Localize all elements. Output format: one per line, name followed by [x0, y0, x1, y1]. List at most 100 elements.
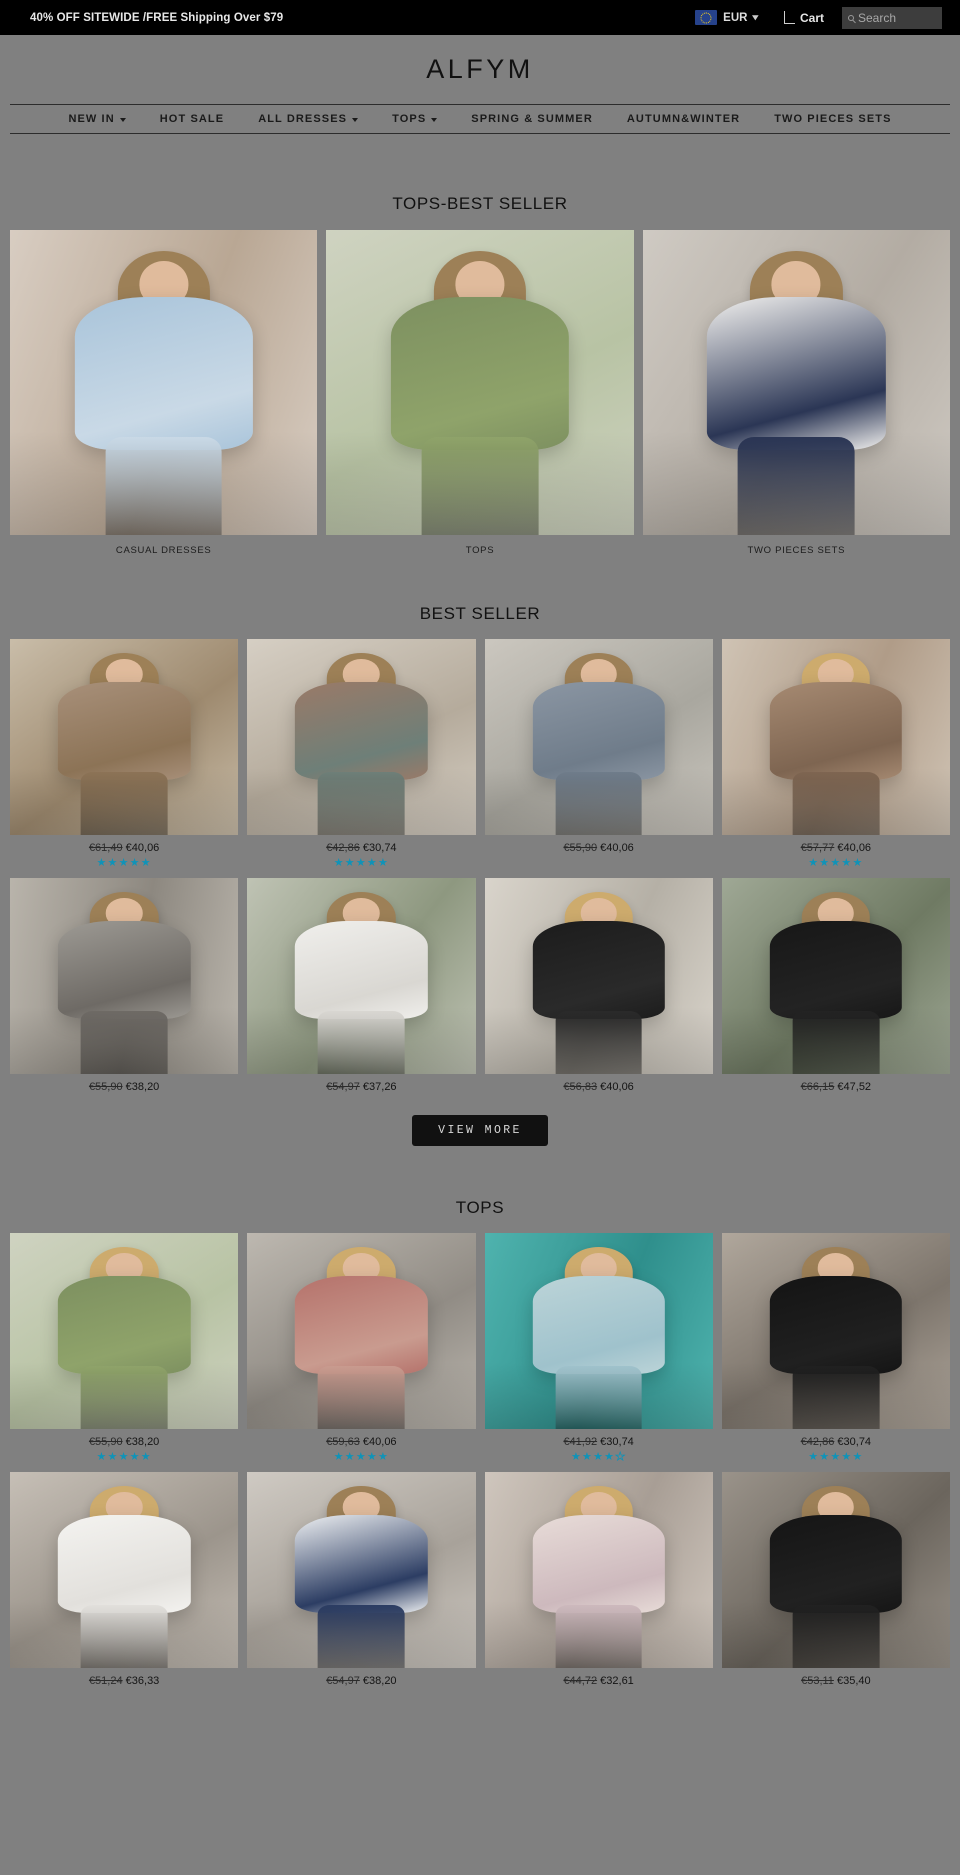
- product-card[interactable]: €56,83 €40,06: [484, 878, 713, 1093]
- product-price-original: €51,24: [88, 1675, 123, 1687]
- star-filled-icon: ★: [377, 857, 390, 869]
- product-image[interactable]: [247, 639, 476, 835]
- site-logo[interactable]: ALFYM: [426, 54, 534, 85]
- product-card[interactable]: €42,86 €30,74 ★★★★★: [721, 1233, 950, 1463]
- product-image[interactable]: [484, 639, 713, 835]
- product-photo: [721, 878, 950, 1074]
- product-card[interactable]: €66,15 €47,52: [721, 878, 950, 1093]
- product-price-sale: €36,33: [125, 1675, 160, 1687]
- nav-item-tops[interactable]: TOPS: [392, 113, 438, 125]
- product-price-original: €54,97: [326, 1081, 360, 1093]
- product-image[interactable]: [10, 639, 239, 835]
- product-card[interactable]: €51,24 €36,33: [10, 1472, 239, 1687]
- product-price-sale: €47,52: [837, 1081, 872, 1093]
- product-image[interactable]: [10, 1472, 239, 1668]
- product-rating-stars: ★★★★★: [722, 858, 950, 869]
- star-filled-icon: ★: [107, 857, 119, 869]
- product-photo: [484, 878, 713, 1074]
- search-input[interactable]: [858, 10, 936, 25]
- star-filled-icon: ★: [366, 857, 378, 869]
- product-rating-stars: ★★★★★: [247, 1452, 475, 1463]
- category-label[interactable]: TOPS: [326, 535, 633, 556]
- product-card[interactable]: €55,90 €38,20: [10, 878, 239, 1093]
- product-price-line: €55,90 €38,20: [10, 1081, 238, 1093]
- product-card[interactable]: €53,11 €35,40: [721, 1472, 950, 1687]
- product-image[interactable]: [721, 1472, 950, 1668]
- product-price-original: €42,86: [800, 1436, 835, 1448]
- category-label[interactable]: CASUAL DRESSES: [10, 535, 317, 556]
- nav-item-new-in[interactable]: NEW IN: [68, 113, 126, 125]
- product-card[interactable]: €41,92 €30,74 ★★★★★: [484, 1233, 713, 1463]
- product-price-sale: €30,74: [837, 1436, 872, 1448]
- site-header: ALFYM: [0, 35, 960, 104]
- product-image[interactable]: [247, 1472, 476, 1668]
- product-image[interactable]: [484, 1233, 713, 1429]
- star-filled-icon: ★: [830, 857, 842, 869]
- product-price-sale: €30,74: [600, 1436, 634, 1448]
- product-image[interactable]: [10, 1233, 239, 1429]
- category-card[interactable]: TOPS: [326, 230, 634, 556]
- product-card[interactable]: €57,77 €40,06 ★★★★★: [721, 639, 950, 869]
- product-card[interactable]: €55,90 €38,20 ★★★★★: [10, 1233, 239, 1463]
- category-card[interactable]: TWO PIECES SETS: [642, 230, 950, 556]
- view-more-button[interactable]: VIEW MORE: [412, 1115, 548, 1146]
- shopping-bag-icon: [783, 11, 795, 24]
- nav-item-autumn-winter[interactable]: AUTUMN&WINTER: [627, 113, 740, 125]
- product-card[interactable]: €42,86 €30,74 ★★★★★: [247, 639, 476, 869]
- nav-item-two-pieces-sets[interactable]: TWO PIECES SETS: [774, 113, 891, 125]
- product-price-sale: €38,20: [125, 1436, 160, 1448]
- product-photo: [721, 1472, 950, 1668]
- category-image[interactable]: [326, 230, 634, 535]
- product-price-original: €59,63: [326, 1436, 360, 1448]
- product-price-original: €53,11: [801, 1675, 834, 1687]
- product-price-line: €61,49 €40,06: [10, 842, 238, 854]
- product-card[interactable]: €55,90 €40,06: [484, 639, 713, 869]
- product-price-sale: €35,40: [836, 1675, 871, 1687]
- product-price-original: €66,15: [800, 1081, 835, 1093]
- nav-item-label: SPRING & SUMMER: [471, 113, 593, 125]
- nav-item-all-dresses[interactable]: ALL DRESSES: [258, 113, 359, 125]
- product-image[interactable]: [721, 878, 950, 1074]
- search-box[interactable]: [842, 6, 942, 29]
- product-meta: €59,63 €40,06 ★★★★★: [247, 1429, 475, 1463]
- nav-item-hot-sale[interactable]: HOT SALE: [160, 113, 224, 125]
- best-seller-grid: €61,49 €40,06 ★★★★★ €42,86 €30,74 ★★★★★ €55,…: [0, 639, 960, 1093]
- product-meta: €44,72 €32,61: [485, 1668, 713, 1687]
- product-card[interactable]: €54,97 €38,20: [247, 1472, 476, 1687]
- product-image[interactable]: [484, 878, 713, 1074]
- product-card[interactable]: €59,63 €40,06 ★★★★★: [247, 1233, 476, 1463]
- star-filled-icon: ★: [377, 1451, 390, 1463]
- product-image[interactable]: [10, 878, 239, 1074]
- product-price-sale: €40,06: [362, 1436, 397, 1448]
- product-meta: €54,97 €37,26: [247, 1074, 475, 1093]
- star-filled-icon: ★: [355, 1451, 367, 1463]
- product-image[interactable]: [247, 878, 476, 1074]
- category-card[interactable]: CASUAL DRESSES: [10, 230, 318, 556]
- product-image[interactable]: [247, 1233, 476, 1429]
- product-image[interactable]: [721, 1233, 950, 1429]
- nav-item-spring-summer[interactable]: SPRING & SUMMER: [471, 113, 593, 125]
- product-image[interactable]: [484, 1472, 713, 1668]
- product-card[interactable]: €54,97 €37,26: [247, 878, 476, 1093]
- category-label[interactable]: TWO PIECES SETS: [643, 535, 950, 556]
- product-card[interactable]: €61,49 €40,06 ★★★★★: [10, 639, 239, 869]
- currency-selector[interactable]: EUR ▾: [683, 10, 770, 25]
- product-meta: €42,86 €30,74 ★★★★★: [247, 835, 475, 869]
- product-price-sale: €32,61: [600, 1675, 634, 1687]
- product-meta: €54,97 €38,20: [247, 1668, 475, 1687]
- category-image[interactable]: [642, 230, 950, 535]
- category-image[interactable]: [10, 230, 318, 535]
- product-meta: €66,15 €47,52: [722, 1074, 950, 1093]
- product-image[interactable]: [721, 639, 950, 835]
- product-photo: [10, 230, 318, 535]
- cart-button[interactable]: Cart: [770, 11, 838, 25]
- product-price-line: €44,72 €32,61: [485, 1675, 713, 1687]
- product-meta: €42,86 €30,74 ★★★★★: [722, 1429, 950, 1463]
- product-card[interactable]: €44,72 €32,61: [484, 1472, 713, 1687]
- product-rating-stars: ★★★★★: [10, 1452, 238, 1463]
- chevron-down-icon: [352, 118, 359, 122]
- product-rating-stars: ★★★★★: [10, 858, 238, 869]
- nav-item-label: TOPS: [392, 113, 427, 125]
- star-filled-icon: ★: [830, 1451, 842, 1463]
- product-photo: [247, 1472, 476, 1668]
